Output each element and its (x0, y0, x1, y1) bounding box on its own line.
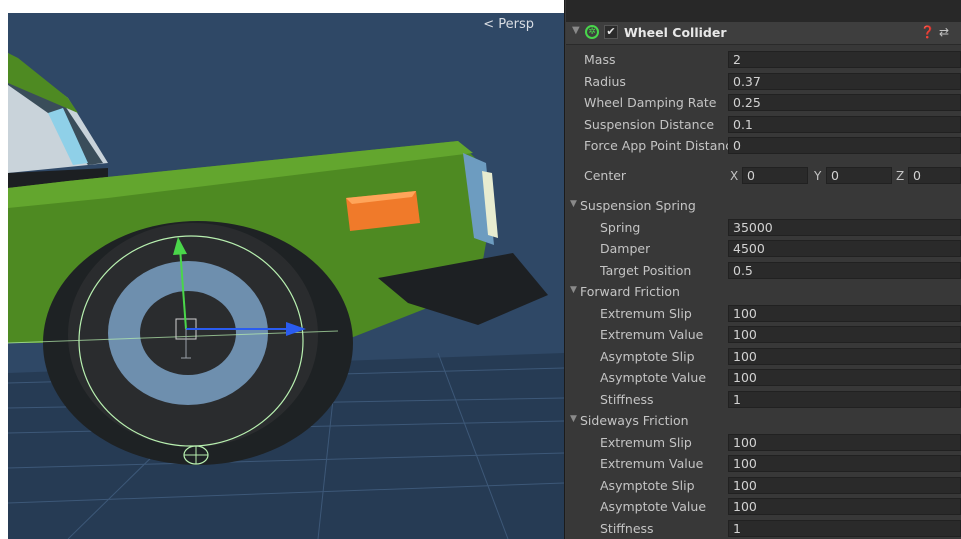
foldout-label: Suspension Spring (580, 198, 696, 213)
force-app-point-input[interactable]: 0 (728, 137, 961, 154)
view-mode-label[interactable]: < Persp (483, 17, 534, 32)
foldout-suspension-spring[interactable]: ▼ Suspension Spring (566, 195, 961, 217)
center-x-input[interactable]: 0 (742, 167, 808, 184)
foldout-label: Forward Friction (580, 284, 680, 299)
inspector-top-strip (566, 0, 961, 22)
mass-input[interactable]: 2 (728, 51, 961, 68)
radius-input[interactable]: 0.37 (728, 72, 961, 90)
field-label: Asymptote Value (600, 370, 707, 385)
scene-viewport[interactable] (8, 13, 564, 539)
scene-view[interactable]: < Persp (8, 13, 564, 539)
field-label: Asymptote Slip (600, 477, 695, 493)
suspension-distance-input[interactable]: 0.1 (728, 115, 961, 133)
field-row-spring: Spring 35000 (566, 217, 961, 239)
foldout-arrow-icon[interactable]: ▼ (570, 414, 577, 424)
field-label: Wheel Damping Rate (584, 95, 717, 110)
field-row-side-asymptote-value: Asymptote Value 100 (566, 496, 961, 518)
component-enabled-checkbox[interactable]: ✔ (604, 25, 618, 39)
fwd-stiffness-input[interactable]: 1 (728, 390, 961, 408)
field-row-fwd-extremum-value: Extremum Value 100 (566, 324, 961, 346)
field-label: Target Position (600, 262, 692, 278)
foldout-label: Sideways Friction (580, 413, 689, 428)
field-label: Asymptote Value (600, 499, 707, 514)
field-row-mass: Mass 2 (566, 49, 961, 71)
fwd-asymptote-value-input[interactable]: 100 (728, 369, 961, 386)
field-label: Asymptote Slip (600, 348, 695, 364)
fwd-asymptote-slip-input[interactable]: 100 (728, 347, 961, 365)
field-row-radius: Radius 0.37 (566, 71, 961, 93)
field-row-target-position: Target Position 0.5 (566, 260, 961, 282)
foldout-sideways-friction[interactable]: ▼ Sideways Friction (566, 410, 961, 432)
preset-settings-icon[interactable]: ⇄ (939, 25, 949, 39)
side-asymptote-value-input[interactable]: 100 (728, 498, 961, 515)
side-extremum-slip-input[interactable]: 100 (728, 433, 961, 451)
field-row-suspension-distance: Suspension Distance 0.1 (566, 114, 961, 136)
fwd-extremum-value-input[interactable]: 100 (728, 326, 961, 343)
field-label: Center (584, 168, 627, 183)
field-label: Extremum Value (600, 327, 704, 342)
side-stiffness-input[interactable]: 1 (728, 519, 961, 537)
damping-rate-input[interactable]: 0.25 (728, 94, 961, 111)
wheel-collider-icon: ✲ (585, 25, 599, 39)
side-extremum-value-input[interactable]: 100 (728, 455, 961, 472)
target-position-input[interactable]: 0.5 (728, 261, 961, 279)
view-mode-text: Persp (498, 17, 534, 32)
perspective-icon: < (483, 17, 495, 32)
field-label: Suspension Distance (584, 116, 715, 132)
field-row-fwd-extremum-slip: Extremum Slip 100 (566, 303, 961, 325)
field-label: Stiffness (600, 391, 654, 407)
field-row-fwd-asymptote-value: Asymptote Value 100 (566, 367, 961, 389)
center-z-input[interactable]: 0 (908, 167, 961, 184)
field-label: Force App Point Distanc (584, 138, 728, 153)
field-label: Damper (600, 241, 651, 256)
side-asymptote-slip-input[interactable]: 100 (728, 476, 961, 494)
center-z-label[interactable]: Z (896, 169, 904, 183)
field-row-side-stiffness: Stiffness 1 (566, 518, 961, 539)
field-row-force-app: Force App Point Distanc 0 (566, 135, 961, 157)
component-header[interactable]: ▼ ✲ ✔ Wheel Collider ❓ ⇄ (566, 22, 961, 45)
fold-arrow-icon[interactable]: ▼ (572, 25, 580, 36)
field-row-fwd-asymptote-slip: Asymptote Slip 100 (566, 346, 961, 368)
center-y-label[interactable]: Y (814, 169, 821, 183)
foldout-forward-friction[interactable]: ▼ Forward Friction (566, 281, 961, 303)
foldout-arrow-icon[interactable]: ▼ (570, 199, 577, 209)
hub (140, 291, 236, 375)
foldout-arrow-icon[interactable]: ▼ (570, 285, 577, 295)
field-row-side-extremum-value: Extremum Value 100 (566, 453, 961, 475)
field-row-fwd-stiffness: Stiffness 1 (566, 389, 961, 411)
field-label: Stiffness (600, 520, 654, 536)
damper-input[interactable]: 4500 (728, 240, 961, 257)
center-y-input[interactable]: 0 (826, 167, 892, 184)
help-icon[interactable]: ❓ (920, 25, 935, 39)
field-label: Radius (584, 73, 626, 89)
field-label: Extremum Slip (600, 434, 692, 450)
field-label: Extremum Value (600, 456, 704, 471)
component-title: Wheel Collider (624, 25, 727, 40)
field-label: Mass (584, 52, 616, 67)
spring-input[interactable]: 35000 (728, 218, 961, 236)
inspector-panel: ▼ ✲ ✔ Wheel Collider ❓ ⇄ Mass 2 Radius 0… (566, 0, 961, 539)
fwd-extremum-slip-input[interactable]: 100 (728, 304, 961, 322)
field-row-side-extremum-slip: Extremum Slip 100 (566, 432, 961, 454)
field-label: Extremum Slip (600, 305, 692, 321)
field-row-center: Center X 0 Y 0 Z 0 (566, 165, 961, 187)
field-label: Spring (600, 219, 641, 235)
center-x-label[interactable]: X (730, 169, 738, 183)
field-row-damper: Damper 4500 (566, 238, 961, 260)
field-row-side-asymptote-slip: Asymptote Slip 100 (566, 475, 961, 497)
field-row-damping: Wheel Damping Rate 0.25 (566, 92, 961, 114)
